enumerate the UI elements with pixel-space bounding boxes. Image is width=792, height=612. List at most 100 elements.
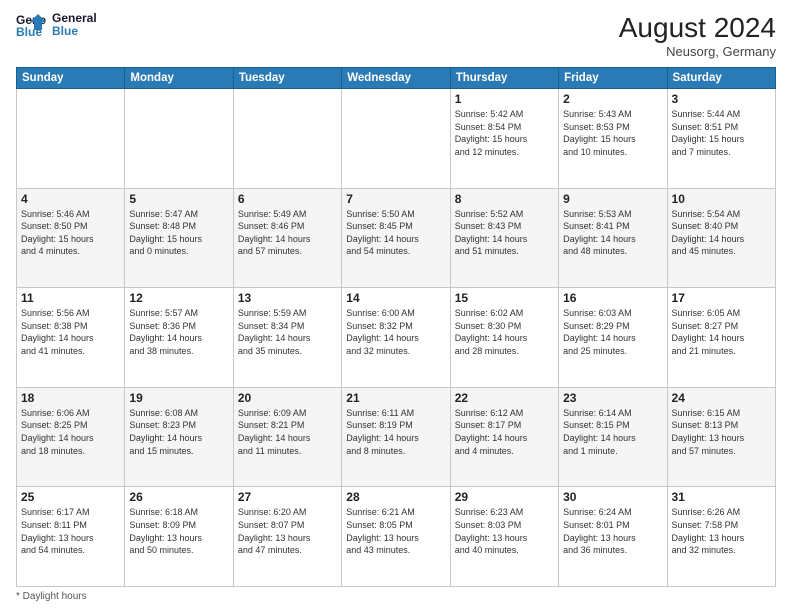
week-row-5: 25Sunrise: 6:17 AM Sunset: 8:11 PM Dayli… (17, 487, 776, 587)
calendar-cell: 31 Sunrise: 6:26 AM Sunset: 7:58 PM Dayli… (667, 487, 775, 587)
weekday-header-thursday: Thursday (450, 68, 558, 89)
calendar-cell: 6Sunrise: 5:49 AM Sunset: 8:46 PM Daylig… (233, 188, 341, 288)
day-number: 27 (238, 490, 337, 504)
day-info: Sunrise: 6:18 AM Sunset: 8:09 PM Dayligh… (129, 506, 228, 556)
day-info: Sunrise: 6:03 AM Sunset: 8:29 PM Dayligh… (563, 307, 662, 357)
calendar-cell: 26 Sunrise: 6:18 AM Sunset: 8:09 PM Dayli… (125, 487, 233, 587)
day-number: 1 (455, 92, 554, 106)
day-number: 28 (346, 490, 445, 504)
day-info: Sunrise: 5:57 AM Sunset: 8:36 PM Dayligh… (129, 307, 228, 357)
day-info: Sunrise: 6:06 AM Sunset: 8:25 PM Dayligh… (21, 407, 120, 457)
calendar-cell: 15Sunrise: 6:02 AM Sunset: 8:30 PM Dayli… (450, 288, 558, 388)
calendar-cell: 13 Sunrise: 5:59 AM Sunset: 8:34 PM Dayli… (233, 288, 341, 388)
weekday-header-tuesday: Tuesday (233, 68, 341, 89)
day-info: Sunrise: 5:53 AM Sunset: 8:41 PM Dayligh… (563, 208, 662, 258)
day-number: 20 (238, 391, 337, 405)
day-info: Sunrise: 5:42 AM Sunset: 8:54 PM Dayligh… (455, 108, 554, 158)
calendar-cell: 27 Sunrise: 6:20 AM Sunset: 8:07 PM Dayli… (233, 487, 341, 587)
day-number: 5 (129, 192, 228, 206)
calendar-cell (342, 89, 450, 189)
day-info: Sunrise: 5:47 AM Sunset: 8:48 PM Dayligh… (129, 208, 228, 258)
calendar-cell: 22Sunrise: 6:12 AM Sunset: 8:17 PM Dayli… (450, 387, 558, 487)
calendar-cell: 8 Sunrise: 5:52 AM Sunset: 8:43 PM Daylig… (450, 188, 558, 288)
day-info: Sunrise: 5:52 AM Sunset: 8:43 PM Dayligh… (455, 208, 554, 258)
footer-daylight-text: Daylight hours (23, 591, 87, 602)
week-row-2: 4Sunrise: 5:46 AM Sunset: 8:50 PM Daylig… (17, 188, 776, 288)
day-info: Sunrise: 6:08 AM Sunset: 8:23 PM Dayligh… (129, 407, 228, 457)
day-number: 13 (238, 291, 337, 305)
logo-icon: General Blue (16, 12, 46, 38)
day-info: Sunrise: 6:09 AM Sunset: 8:21 PM Dayligh… (238, 407, 337, 457)
month-year: August 2024 (619, 12, 776, 44)
day-number: 19 (129, 391, 228, 405)
calendar-cell: 17 Sunrise: 6:05 AM Sunset: 8:27 PM Dayli… (667, 288, 775, 388)
calendar-cell (233, 89, 341, 189)
day-number: 21 (346, 391, 445, 405)
calendar-cell: 28 Sunrise: 6:21 AM Sunset: 8:05 PM Dayli… (342, 487, 450, 587)
day-number: 12 (129, 291, 228, 305)
weekday-header-sunday: Sunday (17, 68, 125, 89)
day-info: Sunrise: 6:02 AM Sunset: 8:30 PM Dayligh… (455, 307, 554, 357)
day-info: Sunrise: 6:00 AM Sunset: 8:32 PM Dayligh… (346, 307, 445, 357)
weekday-header-saturday: Saturday (667, 68, 775, 89)
page: General Blue General Blue August 2024 Ne… (0, 0, 792, 612)
calendar-cell: 3Sunrise: 5:44 AM Sunset: 8:51 PM Daylig… (667, 89, 775, 189)
week-row-4: 18 Sunrise: 6:06 AM Sunset: 8:25 PM Dayli… (17, 387, 776, 487)
calendar-cell: 1 Sunrise: 5:42 AM Sunset: 8:54 PM Daylig… (450, 89, 558, 189)
footer-note: * Daylight hours (16, 591, 776, 602)
calendar-cell: 14 Sunrise: 6:00 AM Sunset: 8:32 PM Dayli… (342, 288, 450, 388)
week-row-3: 11Sunrise: 5:56 AM Sunset: 8:38 PM Dayli… (17, 288, 776, 388)
week-row-1: 1 Sunrise: 5:42 AM Sunset: 8:54 PM Daylig… (17, 89, 776, 189)
calendar-cell: 19 Sunrise: 6:08 AM Sunset: 8:23 PM Dayli… (125, 387, 233, 487)
day-number: 24 (672, 391, 771, 405)
weekday-header-monday: Monday (125, 68, 233, 89)
weekday-header-friday: Friday (559, 68, 667, 89)
day-number: 7 (346, 192, 445, 206)
calendar-cell: 9Sunrise: 5:53 AM Sunset: 8:41 PM Daylig… (559, 188, 667, 288)
day-number: 4 (21, 192, 120, 206)
day-info: Sunrise: 6:12 AM Sunset: 8:17 PM Dayligh… (455, 407, 554, 457)
day-info: Sunrise: 5:54 AM Sunset: 8:40 PM Dayligh… (672, 208, 771, 258)
day-number: 14 (346, 291, 445, 305)
day-number: 18 (21, 391, 120, 405)
day-info: Sunrise: 6:23 AM Sunset: 8:03 PM Dayligh… (455, 506, 554, 556)
calendar-cell: 18 Sunrise: 6:06 AM Sunset: 8:25 PM Dayli… (17, 387, 125, 487)
day-number: 25 (21, 490, 120, 504)
calendar-cell: 21 Sunrise: 6:11 AM Sunset: 8:19 PM Dayli… (342, 387, 450, 487)
day-number: 26 (129, 490, 228, 504)
calendar-cell: 5 Sunrise: 5:47 AM Sunset: 8:48 PM Daylig… (125, 188, 233, 288)
day-info: Sunrise: 5:43 AM Sunset: 8:53 PM Dayligh… (563, 108, 662, 158)
calendar-cell: 11Sunrise: 5:56 AM Sunset: 8:38 PM Dayli… (17, 288, 125, 388)
header: General Blue General Blue August 2024 Ne… (16, 12, 776, 59)
day-number: 30 (563, 490, 662, 504)
logo: General Blue General Blue (16, 12, 97, 38)
day-info: Sunrise: 6:21 AM Sunset: 8:05 PM Dayligh… (346, 506, 445, 556)
calendar-cell (125, 89, 233, 189)
day-info: Sunrise: 6:24 AM Sunset: 8:01 PM Dayligh… (563, 506, 662, 556)
day-number: 8 (455, 192, 554, 206)
calendar-cell: 23Sunrise: 6:14 AM Sunset: 8:15 PM Dayli… (559, 387, 667, 487)
day-info: Sunrise: 6:05 AM Sunset: 8:27 PM Dayligh… (672, 307, 771, 357)
calendar-cell: 25Sunrise: 6:17 AM Sunset: 8:11 PM Dayli… (17, 487, 125, 587)
calendar-cell: 2 Sunrise: 5:43 AM Sunset: 8:53 PM Daylig… (559, 89, 667, 189)
day-number: 17 (672, 291, 771, 305)
day-number: 29 (455, 490, 554, 504)
day-info: Sunrise: 6:20 AM Sunset: 8:07 PM Dayligh… (238, 506, 337, 556)
day-number: 6 (238, 192, 337, 206)
day-number: 10 (672, 192, 771, 206)
calendar-cell: 4Sunrise: 5:46 AM Sunset: 8:50 PM Daylig… (17, 188, 125, 288)
title-block: August 2024 Neusorg, Germany (619, 12, 776, 59)
day-number: 31 (672, 490, 771, 504)
weekday-header-wednesday: Wednesday (342, 68, 450, 89)
day-info: Sunrise: 5:44 AM Sunset: 8:51 PM Dayligh… (672, 108, 771, 158)
day-info: Sunrise: 6:26 AM Sunset: 7:58 PM Dayligh… (672, 506, 771, 556)
day-info: Sunrise: 5:59 AM Sunset: 8:34 PM Dayligh… (238, 307, 337, 357)
calendar-cell: 20 Sunrise: 6:09 AM Sunset: 8:21 PM Dayli… (233, 387, 341, 487)
day-info: Sunrise: 6:11 AM Sunset: 8:19 PM Dayligh… (346, 407, 445, 457)
calendar-cell: 24Sunrise: 6:15 AM Sunset: 8:13 PM Dayli… (667, 387, 775, 487)
day-number: 16 (563, 291, 662, 305)
day-info: Sunrise: 6:14 AM Sunset: 8:15 PM Dayligh… (563, 407, 662, 457)
day-number: 2 (563, 92, 662, 106)
logo-line2: Blue (52, 25, 97, 38)
calendar-cell: 10 Sunrise: 5:54 AM Sunset: 8:40 PM Dayli… (667, 188, 775, 288)
